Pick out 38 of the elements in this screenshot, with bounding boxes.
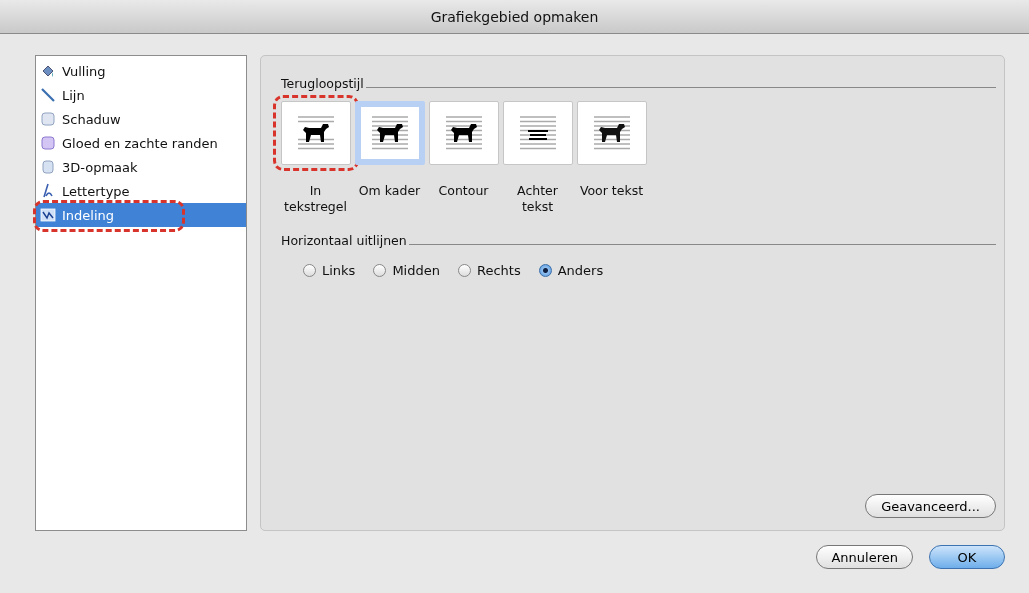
- category-item[interactable]: Gloed en zachte randen: [36, 131, 246, 155]
- category-item[interactable]: Schaduw: [36, 107, 246, 131]
- dialog-button[interactable]: Annuleren: [816, 545, 913, 569]
- wrap-style-button[interactable]: [502, 101, 573, 165]
- category-icon: [40, 111, 56, 127]
- category-icon: [40, 135, 56, 151]
- wrap-style-button[interactable]: [280, 101, 351, 165]
- category-icon: [40, 159, 56, 175]
- category-item[interactable]: Indeling: [36, 203, 246, 227]
- wrap-style-label: Contour: [437, 183, 490, 199]
- category-item[interactable]: Lijn: [36, 83, 246, 107]
- wrap-style-label: Om kader: [357, 183, 422, 199]
- radio-button[interactable]: [538, 264, 552, 277]
- wrap-style-label: In tekstregel: [283, 183, 348, 215]
- wrap-style-button[interactable]: [428, 101, 499, 165]
- radio-button[interactable]: [303, 264, 316, 277]
- wrap-style-label: Voor tekst: [578, 183, 645, 199]
- group-heading: Horizontaal uitlijnen: [281, 233, 407, 248]
- wrap-style-button[interactable]: [576, 101, 647, 165]
- category-item[interactable]: Vulling: [36, 59, 246, 83]
- category-icon: [40, 87, 56, 103]
- wrap-style-label: Achter tekst: [516, 183, 559, 215]
- radio-label: Rechts: [477, 263, 521, 278]
- radio-label: Anders: [557, 263, 604, 278]
- wrap-style-button[interactable]: [354, 101, 425, 165]
- category-icon: [40, 63, 56, 79]
- category-item[interactable]: Lettertype: [36, 179, 246, 203]
- advanced-button[interactable]: Geavanceerd...: [865, 494, 996, 518]
- category-icon: [40, 183, 56, 199]
- category-item[interactable]: 3D-opmaak: [36, 155, 246, 179]
- radio-label: Midden: [392, 263, 440, 278]
- category-icon: [40, 207, 56, 223]
- radio-label: Links: [322, 263, 356, 278]
- radio-button[interactable]: [458, 264, 471, 277]
- group-heading: Terugloopstijl: [281, 76, 364, 91]
- dialog-button[interactable]: OK: [929, 545, 1005, 569]
- window-title: Grafiekgebied opmaken: [430, 8, 599, 25]
- radio-button[interactable]: [373, 264, 387, 277]
